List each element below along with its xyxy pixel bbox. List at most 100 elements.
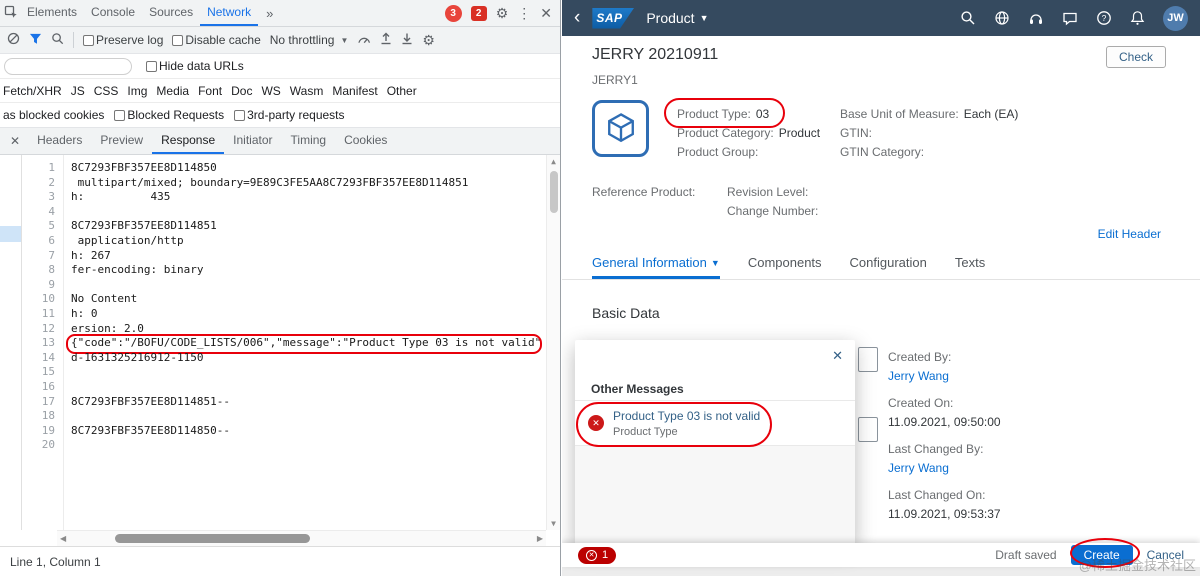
resource-type-filter[interactable]: CSS (94, 84, 119, 98)
page-title: JERRY 20210911 (592, 46, 719, 63)
error-message-item[interactable]: ✕ Product Type 03 is not valid Product T… (575, 401, 855, 445)
resource-type-filter[interactable]: Manifest (332, 84, 377, 98)
has-blocked-cookies-label[interactable]: as blocked cookies (3, 108, 104, 122)
detail-value[interactable]: Jerry Wang (888, 369, 1001, 383)
devtools-tab[interactable]: Elements (20, 0, 84, 26)
line-number: 6 (48, 233, 55, 247)
resource-type-filter[interactable]: Wasm (290, 84, 324, 98)
scroll-left-icon[interactable]: ◀ (60, 534, 66, 543)
scroll-right-icon[interactable]: ▶ (537, 534, 543, 543)
svg-text:?: ? (1102, 13, 1107, 23)
hide-data-urls-checkbox[interactable] (146, 60, 157, 72)
export-har-icon[interactable] (401, 32, 413, 48)
disable-cache-checkbox[interactable] (172, 34, 184, 46)
close-devtools-icon[interactable]: ✕ (540, 6, 552, 20)
line-number: 20 (41, 438, 55, 452)
network-conditions-icon[interactable] (357, 33, 371, 48)
object-page-tab[interactable]: Texts▼ (955, 255, 985, 279)
request-detail-tab[interactable]: Response (152, 128, 225, 154)
resource-type-filter[interactable]: Doc (231, 84, 252, 98)
horizontal-scrollbar-thumb[interactable] (115, 534, 310, 543)
devtools-tabs: Elements Console Sources Network (20, 0, 259, 26)
filter-funnel-icon[interactable] (29, 33, 42, 48)
search-icon[interactable] (960, 10, 976, 26)
response-body-viewer[interactable]: 1 8C7293FBF357EE8D114850 2 multipart/mixe… (22, 155, 560, 530)
create-button[interactable]: Create (1070, 545, 1133, 565)
close-dialog-icon[interactable]: ✕ (832, 348, 843, 364)
app-title-menu[interactable]: Product ▼ (646, 10, 708, 26)
network-filter-input[interactable] (4, 57, 132, 75)
extension-error-badge[interactable]: 2 (470, 5, 487, 21)
check-button[interactable]: Check (1105, 46, 1166, 68)
draft-status: Draft saved (995, 548, 1057, 562)
resource-type-filter[interactable]: Fetch/XHR (3, 84, 62, 98)
console-error-badge[interactable]: 3 (444, 4, 462, 22)
network-settings-gear-icon[interactable]: ⚙ (422, 33, 435, 47)
throttling-select[interactable]: No throttling ▼ (270, 33, 349, 47)
request-detail-tab[interactable]: Timing (282, 128, 336, 154)
sap-logo: SAP (592, 7, 635, 29)
inspect-icon[interactable] (4, 5, 18, 21)
scroll-down-icon[interactable]: ▼ (551, 517, 556, 530)
line-text: No Content (71, 292, 138, 306)
devtools-tab[interactable]: Console (84, 0, 142, 26)
request-list-collapsed[interactable] (0, 155, 22, 530)
help-icon[interactable]: ? (1096, 10, 1112, 26)
error-icon: ✕ (588, 415, 604, 431)
object-page-tab[interactable]: Configuration▼ (850, 255, 927, 279)
line-number: 18 (41, 409, 55, 423)
request-detail-tab[interactable]: Preview (91, 128, 152, 154)
scroll-up-icon[interactable]: ▲ (551, 155, 556, 168)
resource-type-filter[interactable]: Other (387, 84, 417, 98)
scrollbar-thumb[interactable] (549, 171, 558, 213)
line-text (63, 365, 71, 380)
dialog-body (575, 446, 855, 546)
support-headset-icon[interactable] (1028, 11, 1044, 26)
detail-field: Last Changed On: 11.09.2021, 09:53:37 (888, 488, 1001, 521)
resource-type-filter[interactable]: WS (261, 84, 280, 98)
back-icon[interactable]: ‹ (574, 8, 580, 27)
close-request-detail-icon[interactable]: ✕ (2, 134, 28, 148)
vertical-scrollbar[interactable]: ▲ ▼ (546, 155, 560, 530)
clear-network-log-icon[interactable] (7, 32, 20, 48)
line-text: h: 435 (71, 190, 171, 204)
response-line: 18 (22, 409, 560, 424)
user-avatar[interactable]: JW (1163, 5, 1188, 31)
preserve-log-checkbox[interactable] (83, 34, 94, 46)
settings-gear-icon[interactable]: ⚙ (496, 6, 509, 20)
request-detail-tab[interactable]: Initiator (224, 128, 281, 154)
product-icon (592, 100, 649, 157)
kebab-menu-icon[interactable]: ⋮ (517, 6, 531, 20)
third-party-requests-checkbox[interactable] (234, 109, 246, 121)
request-detail-tab[interactable]: Headers (28, 128, 91, 154)
edit-header-link[interactable]: Edit Header (1098, 227, 1161, 241)
messages-button[interactable]: ✕ 1 (578, 546, 617, 564)
resource-type-filter[interactable]: Font (198, 84, 222, 98)
search-network-icon[interactable] (51, 32, 64, 48)
horizontal-scrollbar[interactable]: ◀ ▶ (57, 530, 546, 546)
resource-type-filter[interactable]: JS (71, 84, 85, 98)
resource-type-filter[interactable]: Img (127, 84, 147, 98)
resource-type-filter[interactable]: Media (156, 84, 189, 98)
more-tabs-icon[interactable]: » (260, 6, 279, 21)
globe-icon[interactable] (994, 10, 1010, 26)
notifications-bell-icon[interactable] (1130, 10, 1145, 26)
selected-request-row[interactable] (0, 226, 21, 242)
detail-value[interactable]: 11.09.2021, 09:53:37 (888, 507, 1001, 521)
import-har-icon[interactable] (380, 32, 392, 48)
cancel-button[interactable]: Cancel (1147, 548, 1184, 562)
detail-value[interactable]: Jerry Wang (888, 461, 1001, 475)
detail-value[interactable]: 11.09.2021, 09:50:00 (888, 415, 1001, 429)
devtools-tab[interactable]: Sources (142, 0, 200, 26)
object-page-tab[interactable]: Components▼ (748, 255, 822, 279)
error-message-title: Product Type 03 is not valid (613, 408, 761, 423)
feedback-chat-icon[interactable] (1062, 11, 1078, 26)
form-input-partial[interactable] (858, 417, 878, 442)
chevron-down-icon: ▼ (710, 257, 720, 268)
blocked-requests-checkbox[interactable] (114, 109, 126, 121)
object-page-tab[interactable]: General Information ▼ (592, 255, 720, 279)
form-input-partial[interactable] (858, 347, 878, 372)
devtools-tab[interactable]: Network (200, 0, 259, 26)
request-detail-tab[interactable]: Cookies (335, 128, 396, 154)
response-panel: 1 8C7293FBF357EE8D114850 2 multipart/mixe… (0, 155, 560, 530)
